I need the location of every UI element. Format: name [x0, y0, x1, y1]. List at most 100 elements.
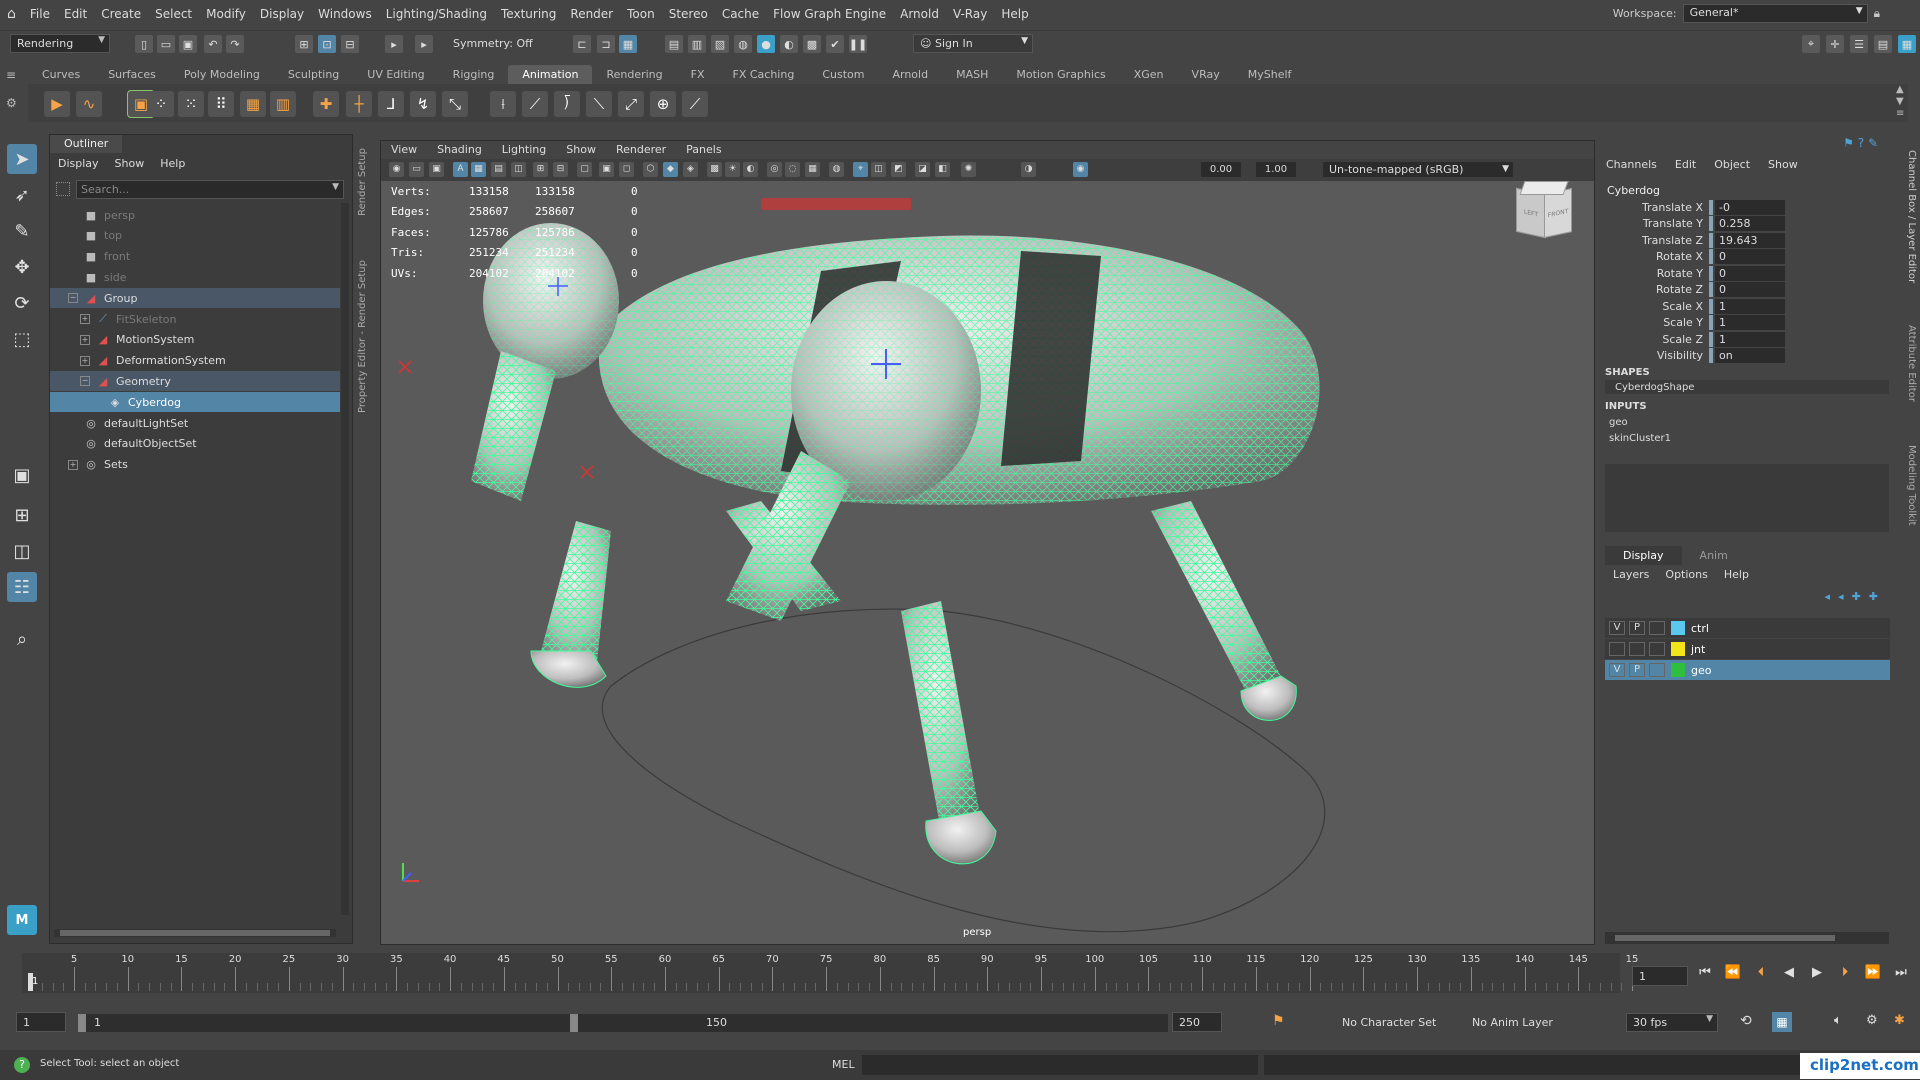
channel-value[interactable]: -0: [1715, 199, 1785, 215]
film-gate-icon[interactable]: ◫: [511, 162, 526, 177]
menu-toon[interactable]: Toon: [620, 7, 662, 21]
image-plane-icon[interactable]: ▦: [471, 162, 486, 177]
pin-icon[interactable]: ⚑: [1843, 136, 1854, 150]
property-editor-tab[interactable]: Property Editor - Render Setup: [357, 260, 368, 413]
channel-row[interactable]: Rotate Z 0: [1597, 282, 1785, 298]
layer-row[interactable]: jnt: [1605, 639, 1890, 659]
snap-icon[interactable]: ▸: [385, 35, 403, 53]
menu-arnold[interactable]: Arnold: [893, 7, 946, 21]
backface-icon[interactable]: ◧: [935, 162, 950, 177]
render-settings-icon[interactable]: ▦: [619, 35, 637, 53]
exposure-icon[interactable]: ✺: [961, 162, 976, 177]
menu-help[interactable]: Help: [994, 7, 1035, 21]
field-chart-icon[interactable]: ▢: [577, 162, 592, 177]
channel-box-side-tab[interactable]: Channel Box / Layer Editor: [1906, 150, 1917, 283]
outliner-item[interactable]: ■ persp: [50, 205, 340, 225]
construction-history-icon[interactable]: ⊏: [573, 35, 591, 53]
menu-edit[interactable]: Edit: [57, 7, 94, 21]
step-back-frame-icon[interactable]: ⏴: [1752, 963, 1770, 981]
shape-row[interactable]: CyberdogShape: [1605, 380, 1889, 394]
layer-color-swatch[interactable]: [1671, 642, 1685, 656]
menu-windows[interactable]: Windows: [311, 7, 379, 21]
attribute-editor-icon[interactable]: ☰: [1850, 35, 1868, 53]
channel-row[interactable]: Scale X 1: [1597, 298, 1785, 314]
outliner-hscroll[interactable]: [54, 929, 336, 937]
open-scene-icon[interactable]: ▭: [157, 35, 175, 53]
menu-file[interactable]: File: [23, 7, 57, 21]
shelf-tab-arnold[interactable]: Arnold: [878, 65, 942, 84]
layer-row[interactable]: V Pgeo: [1605, 660, 1890, 680]
character-set-dropdown[interactable]: No Character Set: [1336, 1014, 1454, 1032]
viewport-menu-shading[interactable]: Shading: [427, 141, 492, 159]
key-translate-icon[interactable]: ⁙: [178, 91, 204, 117]
filter-icon[interactable]: [56, 182, 70, 196]
shelf-tab-xgen[interactable]: XGen: [1120, 65, 1178, 84]
vray-frame-buffer-icon[interactable]: ▩: [803, 35, 821, 53]
range-slider-track[interactable]: [738, 1014, 1168, 1032]
xray-active-icon[interactable]: ◪: [915, 162, 930, 177]
range-slider[interactable]: 1 150: [78, 1014, 738, 1032]
layer-type-toggle[interactable]: [1649, 621, 1665, 635]
view-cube-left[interactable]: LEFT: [1516, 187, 1546, 239]
auto-key-icon[interactable]: ⚑: [1272, 1013, 1285, 1029]
character-controls-icon[interactable]: ✛: [1826, 35, 1844, 53]
gear-icon[interactable]: ⚙: [6, 96, 22, 110]
playblast-icon[interactable]: ▶: [44, 91, 70, 117]
anim-layer-dropdown[interactable]: No Anim Layer: [1466, 1014, 1584, 1032]
shelf-tab-uv-editing[interactable]: UV Editing: [353, 65, 438, 84]
shelf-tab-poly-modeling[interactable]: Poly Modeling: [170, 65, 274, 84]
channel-value[interactable]: 19.643: [1715, 232, 1785, 248]
new-layer-icon[interactable]: ✚: [1852, 590, 1869, 603]
view-cube-front[interactable]: FRONT: [1544, 188, 1572, 238]
expand-icon[interactable]: +: [80, 314, 90, 324]
tab-display[interactable]: Display: [1605, 546, 1682, 565]
cyberdog-legs[interactable]: [530, 501, 1297, 865]
gamma-field[interactable]: 1.00: [1256, 162, 1296, 177]
time-slider[interactable]: 1 5 10 15 20 25 30 35 40 45 50 55 60 65 70 75 80 85 90 95 10…: [22, 953, 1638, 993]
shelf-tab-sculpting[interactable]: Sculpting: [274, 65, 353, 84]
lock-icon[interactable]: 🔒︎: [1874, 6, 1880, 21]
expand-icon[interactable]: +: [80, 355, 90, 366]
channel-menu-edit[interactable]: Edit: [1666, 158, 1705, 171]
menu-icon[interactable]: ≡: [6, 68, 22, 82]
view-cube[interactable]: LEFT FRONT: [1508, 181, 1574, 243]
shelf-tab-motion-graphics[interactable]: Motion Graphics: [1002, 65, 1119, 84]
shelf-tab-fx-caching[interactable]: FX Caching: [719, 65, 809, 84]
vray-render-icon[interactable]: ✔: [826, 35, 844, 53]
modeling-toolkit-side-tab[interactable]: Modeling Toolkit: [1906, 445, 1917, 526]
render-frame-icon[interactable]: ▤: [665, 35, 683, 53]
edit-icon[interactable]: ✎: [1868, 136, 1878, 150]
viewport-menu-renderer[interactable]: Renderer: [606, 141, 676, 159]
smooth-shade-icon[interactable]: ◆: [663, 162, 678, 177]
current-time-indicator[interactable]: [28, 973, 33, 991]
xray-joints-icon[interactable]: ◩: [891, 162, 906, 177]
layer-menu-layers[interactable]: Layers: [1605, 568, 1657, 581]
channel-row[interactable]: Rotate Y 0: [1597, 265, 1785, 281]
outliner-item[interactable]: ◈ Cyberdog: [50, 392, 340, 413]
step-forward-key-icon[interactable]: ⏩: [1864, 963, 1882, 981]
viewport-menu-show[interactable]: Show: [556, 141, 606, 159]
outliner-item[interactable]: + ◢ DeformationSystem: [50, 351, 340, 371]
bind-skin-icon[interactable]: ⟊: [490, 91, 516, 117]
play-backwards-icon[interactable]: ◀: [1780, 963, 1798, 981]
viewport-panel[interactable]: View Shading Lighting Show Renderer Panels ◉ ▭…: [380, 140, 1595, 945]
move-layer-up-icon[interactable]: ◂: [1825, 590, 1839, 603]
isolate-select-icon[interactable]: ⌖: [853, 162, 868, 177]
render-view-icon[interactable]: ◍: [734, 35, 752, 53]
symmetry-setting[interactable]: Symmetry: Off: [453, 37, 533, 50]
channel-row[interactable]: Scale Z 1: [1597, 331, 1785, 347]
scale-constraint-icon[interactable]: ⤡: [442, 91, 468, 117]
outliner-item[interactable]: ■ top: [50, 226, 340, 246]
shadows-icon[interactable]: ◐: [743, 162, 758, 177]
new-scene-icon[interactable]: ▯: [135, 35, 153, 53]
go-to-start-icon[interactable]: ⏮: [1696, 963, 1714, 981]
outliner-item[interactable]: ■ side: [50, 267, 340, 287]
colorspace-dropdown[interactable]: Un-tone-mapped (sRGB) ▼: [1323, 162, 1513, 177]
layer-menu-options[interactable]: Options: [1657, 568, 1715, 581]
range-end-handle[interactable]: [570, 1014, 578, 1032]
wireframe-icon[interactable]: ⬡: [643, 162, 658, 177]
use-all-lights-icon[interactable]: ☀: [725, 162, 740, 177]
outliner-menu-help[interactable]: Help: [152, 155, 193, 173]
set-key-icon[interactable]: ⁘: [148, 91, 174, 117]
menu-texturing[interactable]: Texturing: [494, 7, 563, 21]
